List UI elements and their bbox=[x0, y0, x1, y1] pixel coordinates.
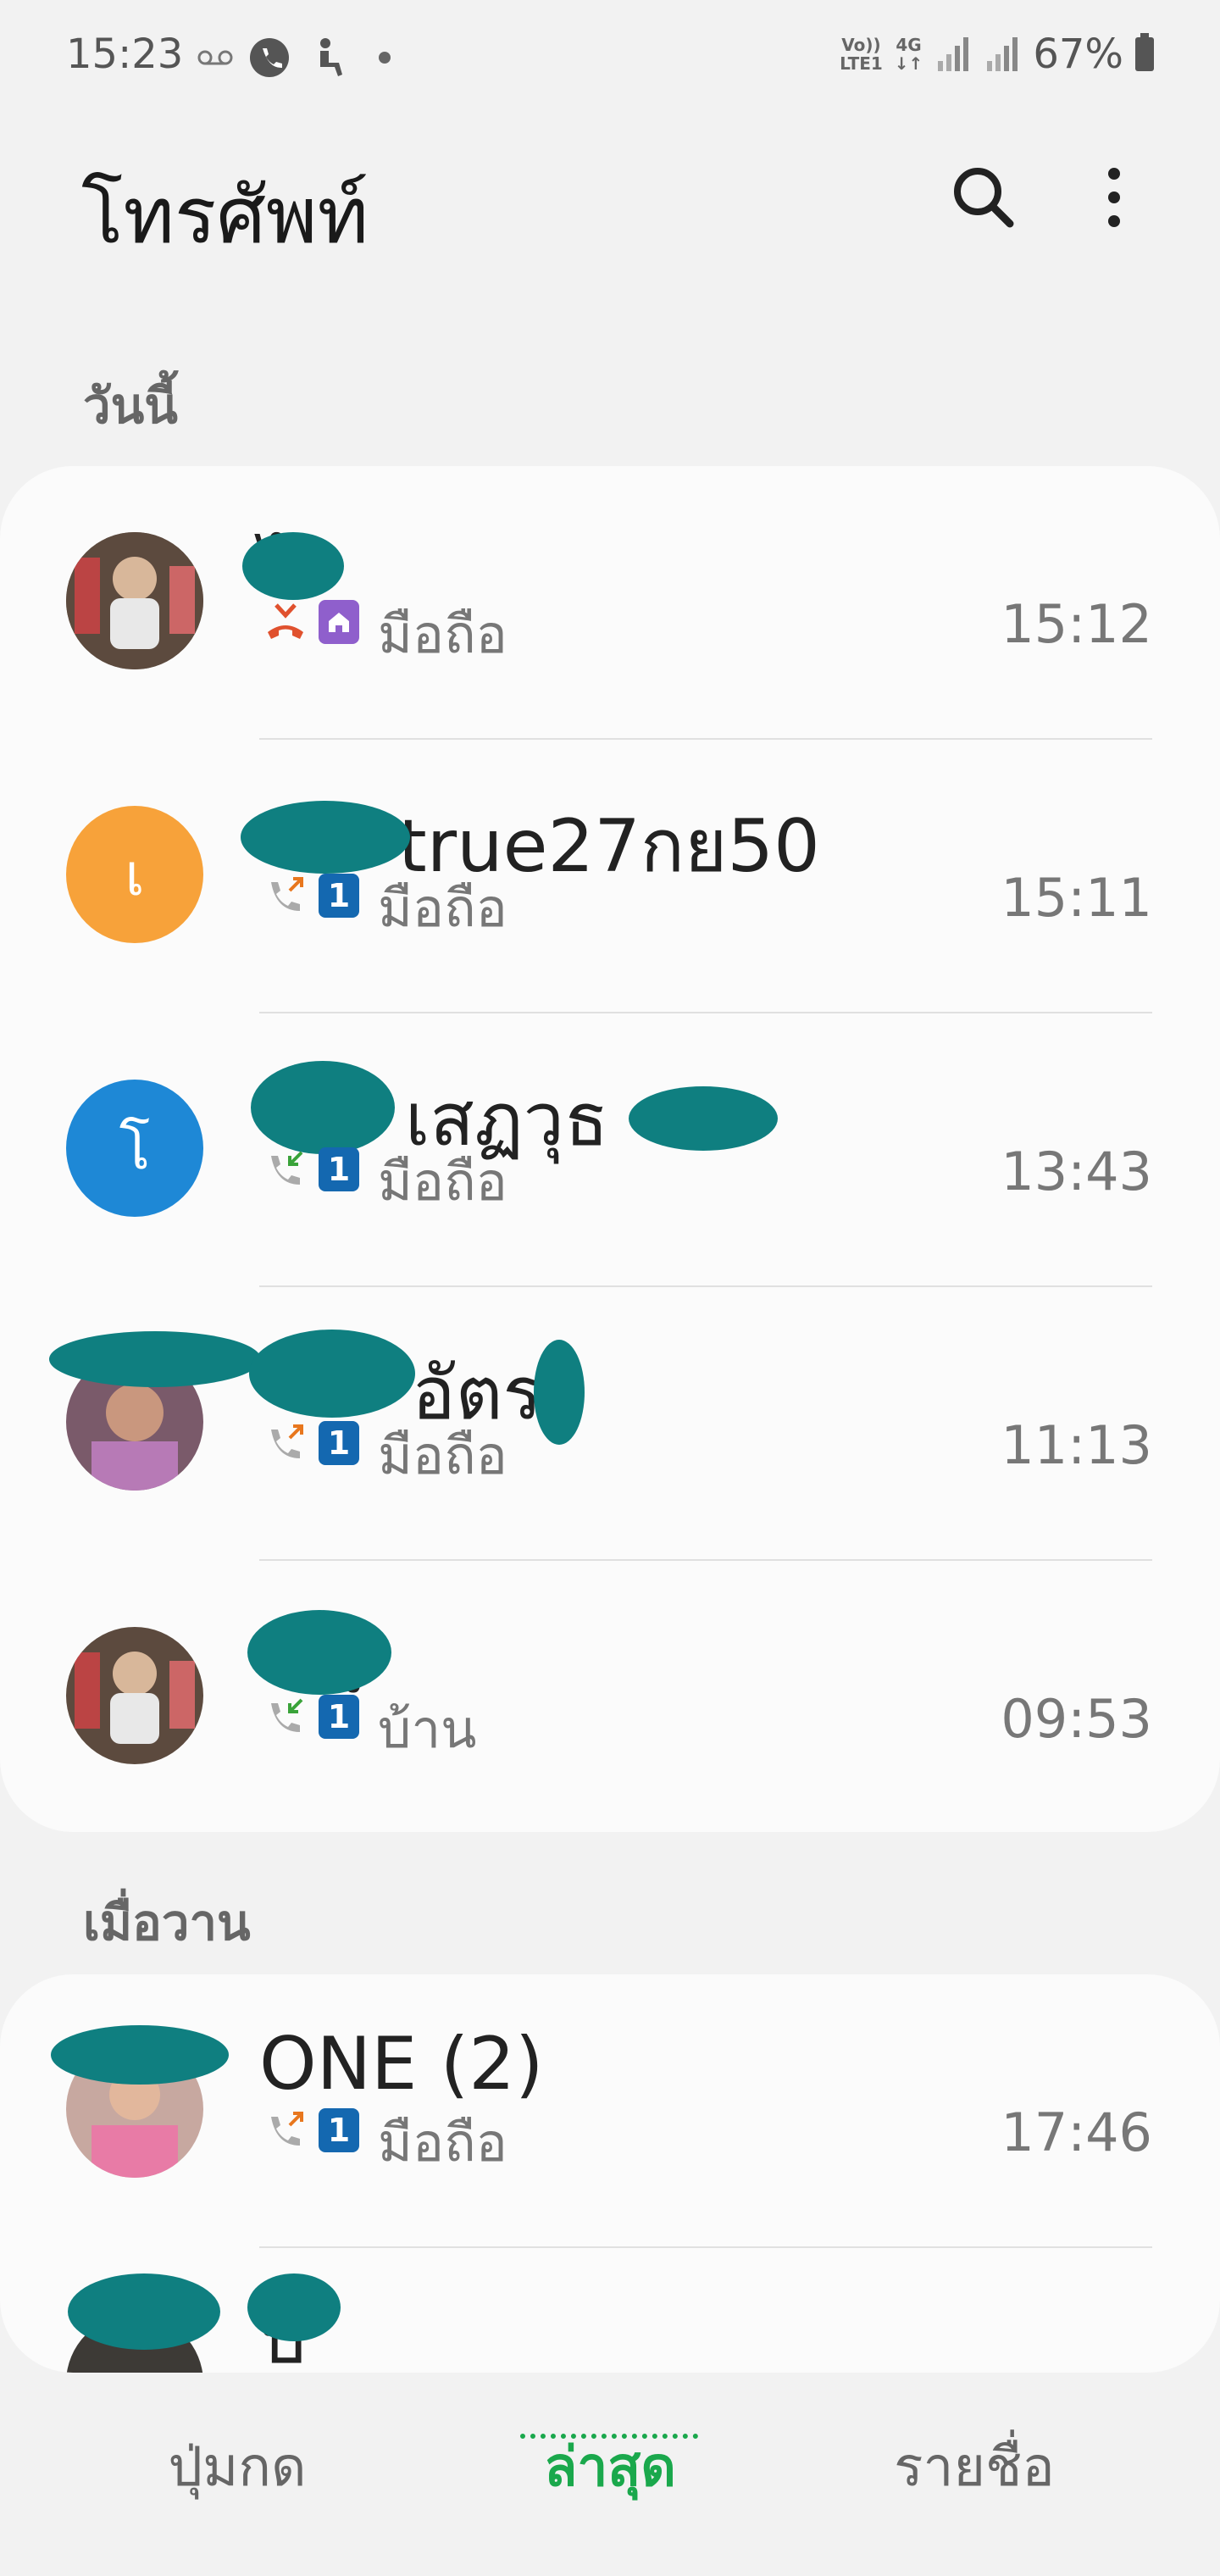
call-log-row[interactable]: โ เสฏวุธ 1 มือถือ 13:43 bbox=[0, 1013, 1220, 1287]
search-icon[interactable] bbox=[946, 159, 1022, 236]
volte-indicator: Vo)) LTE1 bbox=[840, 35, 883, 74]
status-right: Vo)) LTE1 4G ↓↑ 67% bbox=[840, 31, 1154, 78]
call-time: 15:11 bbox=[1001, 867, 1152, 929]
redaction-mark bbox=[68, 2273, 220, 2350]
data-indicator: 4G ↓↑ bbox=[894, 35, 923, 74]
number-label: มือถือ bbox=[378, 603, 507, 665]
status-time: 15:23 bbox=[66, 31, 184, 78]
call-time: 11:13 bbox=[1001, 1414, 1152, 1476]
incoming-call-icon bbox=[271, 1151, 303, 1185]
number-label: มือถือ bbox=[378, 1151, 507, 1213]
calls-today-card: ไ มือถือ 15:12 เ true27กย50 1 มือถือ 15:… bbox=[0, 466, 1220, 1832]
number-label: มือถือ bbox=[378, 1424, 507, 1486]
avatar[interactable] bbox=[66, 1627, 203, 1764]
outgoing-call-icon bbox=[271, 2112, 303, 2146]
redaction-mark bbox=[241, 801, 410, 874]
redaction-mark bbox=[251, 1061, 395, 1154]
sim-1-icon: 1 bbox=[319, 2108, 359, 2152]
section-label-yesterday: เมื่อวาน bbox=[83, 1894, 251, 1951]
active-tab-indicator bbox=[520, 2434, 698, 2439]
redaction-mark bbox=[51, 2025, 229, 2085]
sim-1-icon: 1 bbox=[319, 1421, 359, 1465]
tab-contacts[interactable]: รายชื่อ bbox=[771, 2423, 1178, 2510]
redaction-mark bbox=[629, 1086, 778, 1151]
call-time: 15:12 bbox=[1001, 593, 1152, 655]
call-log-row[interactable]: ป bbox=[0, 2248, 1220, 2373]
redaction-mark bbox=[242, 532, 344, 600]
outgoing-call-icon bbox=[271, 1424, 303, 1458]
section-label-today: วันนี้ bbox=[83, 377, 178, 435]
call-active-icon bbox=[250, 38, 289, 77]
accessibility-icon bbox=[320, 38, 342, 76]
call-log-row[interactable]: ONE (2) 1 มือถือ 17:46 bbox=[0, 1974, 1220, 2248]
page-title: โทรศัพท์ bbox=[81, 170, 369, 261]
voicemail-icon bbox=[197, 50, 233, 65]
redaction-mark bbox=[534, 1340, 585, 1445]
missed-call-icon bbox=[268, 603, 303, 639]
call-log-row[interactable]: ร 1 บ้าน 09:53 bbox=[0, 1561, 1220, 1832]
avatar[interactable]: โ bbox=[66, 1080, 203, 1217]
avatar[interactable] bbox=[66, 532, 203, 669]
redaction-mark bbox=[249, 1330, 415, 1418]
number-label: มือถือ bbox=[378, 877, 507, 939]
sim-1-icon: 1 bbox=[319, 874, 359, 918]
call-log-row[interactable]: เ true27กย50 1 มือถือ 15:11 bbox=[0, 740, 1220, 1013]
calls-yesterday-card: ONE (2) 1 มือถือ 17:46 ป bbox=[0, 1974, 1220, 2373]
redaction-mark bbox=[49, 1331, 261, 1387]
battery-icon bbox=[1135, 33, 1154, 71]
redaction-mark bbox=[247, 2273, 341, 2341]
call-log-row[interactable]: อัตร 1 มือถือ 11:13 bbox=[0, 1287, 1220, 1561]
redaction-mark bbox=[247, 1610, 391, 1695]
tab-keypad[interactable]: ปุ่มกด bbox=[34, 2423, 441, 2510]
notification-dot-icon bbox=[379, 52, 391, 64]
avatar[interactable]: เ bbox=[66, 806, 203, 943]
signal-1-icon bbox=[938, 37, 969, 71]
sim-1-icon: 1 bbox=[319, 1147, 359, 1191]
number-label: บ้าน bbox=[378, 1698, 477, 1760]
sim-1-icon: 1 bbox=[319, 1695, 359, 1739]
call-time: 17:46 bbox=[1001, 2101, 1152, 2163]
status-bar: 15:23 Vo)) LTE1 4G ↓↑ 67% bbox=[0, 0, 1220, 119]
call-time: 13:43 bbox=[1001, 1141, 1152, 1202]
call-log-row[interactable]: ไ มือถือ 15:12 bbox=[0, 466, 1220, 740]
bottom-tab-bar: ปุ่มกด ล่าสุด รายชื่อ bbox=[0, 2373, 1220, 2576]
call-time: 09:53 bbox=[1001, 1688, 1152, 1750]
app-bar: โทรศัพท์ bbox=[0, 119, 1220, 263]
incoming-call-icon bbox=[271, 1698, 303, 1732]
home-label-icon bbox=[319, 600, 359, 644]
battery-percent: 67% bbox=[1033, 31, 1123, 78]
signal-2-icon bbox=[987, 37, 1018, 71]
number-label: มือถือ bbox=[378, 2112, 507, 2174]
contact-name: ONE (2) bbox=[259, 2022, 544, 2107]
outgoing-call-icon bbox=[271, 877, 303, 911]
more-vertical-icon[interactable] bbox=[1093, 159, 1135, 236]
